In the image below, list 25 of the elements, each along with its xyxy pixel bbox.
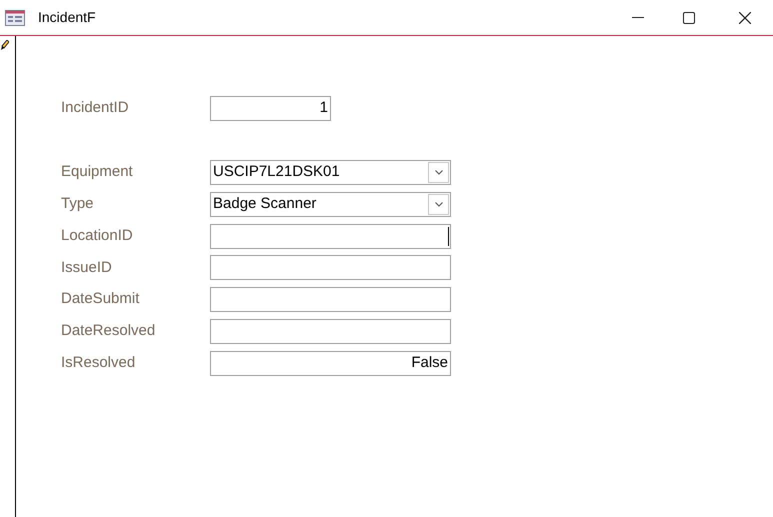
field-label: DateSubmit bbox=[61, 289, 140, 310]
text-field[interactable] bbox=[210, 318, 451, 344]
text-field[interactable]: False bbox=[210, 350, 451, 376]
chevron-down-icon bbox=[434, 170, 442, 175]
combo-box[interactable]: USCIP7L21DSK01 bbox=[210, 160, 451, 185]
record-selector[interactable] bbox=[0, 36, 16, 517]
field-label: DateResolved bbox=[61, 321, 156, 342]
maximize-icon bbox=[683, 12, 695, 24]
pencil-icon bbox=[1, 40, 9, 50]
field-label: Type bbox=[61, 194, 95, 214]
chevron-down-icon bbox=[434, 202, 442, 207]
field-label: IsResolved bbox=[61, 353, 136, 374]
combo-box[interactable]: Badge Scanner bbox=[210, 192, 451, 217]
minimize-icon bbox=[632, 16, 644, 18]
close-icon bbox=[739, 12, 751, 24]
field-label: IncidentID bbox=[61, 98, 130, 118]
text-field[interactable]: 1 bbox=[210, 96, 331, 121]
text-field[interactable] bbox=[210, 287, 451, 312]
field-label: LocationID bbox=[61, 226, 134, 246]
form-icon bbox=[5, 10, 25, 26]
field-label: IssueID bbox=[61, 258, 113, 278]
window-title: IncidentF bbox=[38, 8, 96, 27]
text-field[interactable] bbox=[210, 255, 451, 280]
field-label: Equipment bbox=[61, 162, 134, 182]
text-field[interactable] bbox=[210, 224, 451, 249]
